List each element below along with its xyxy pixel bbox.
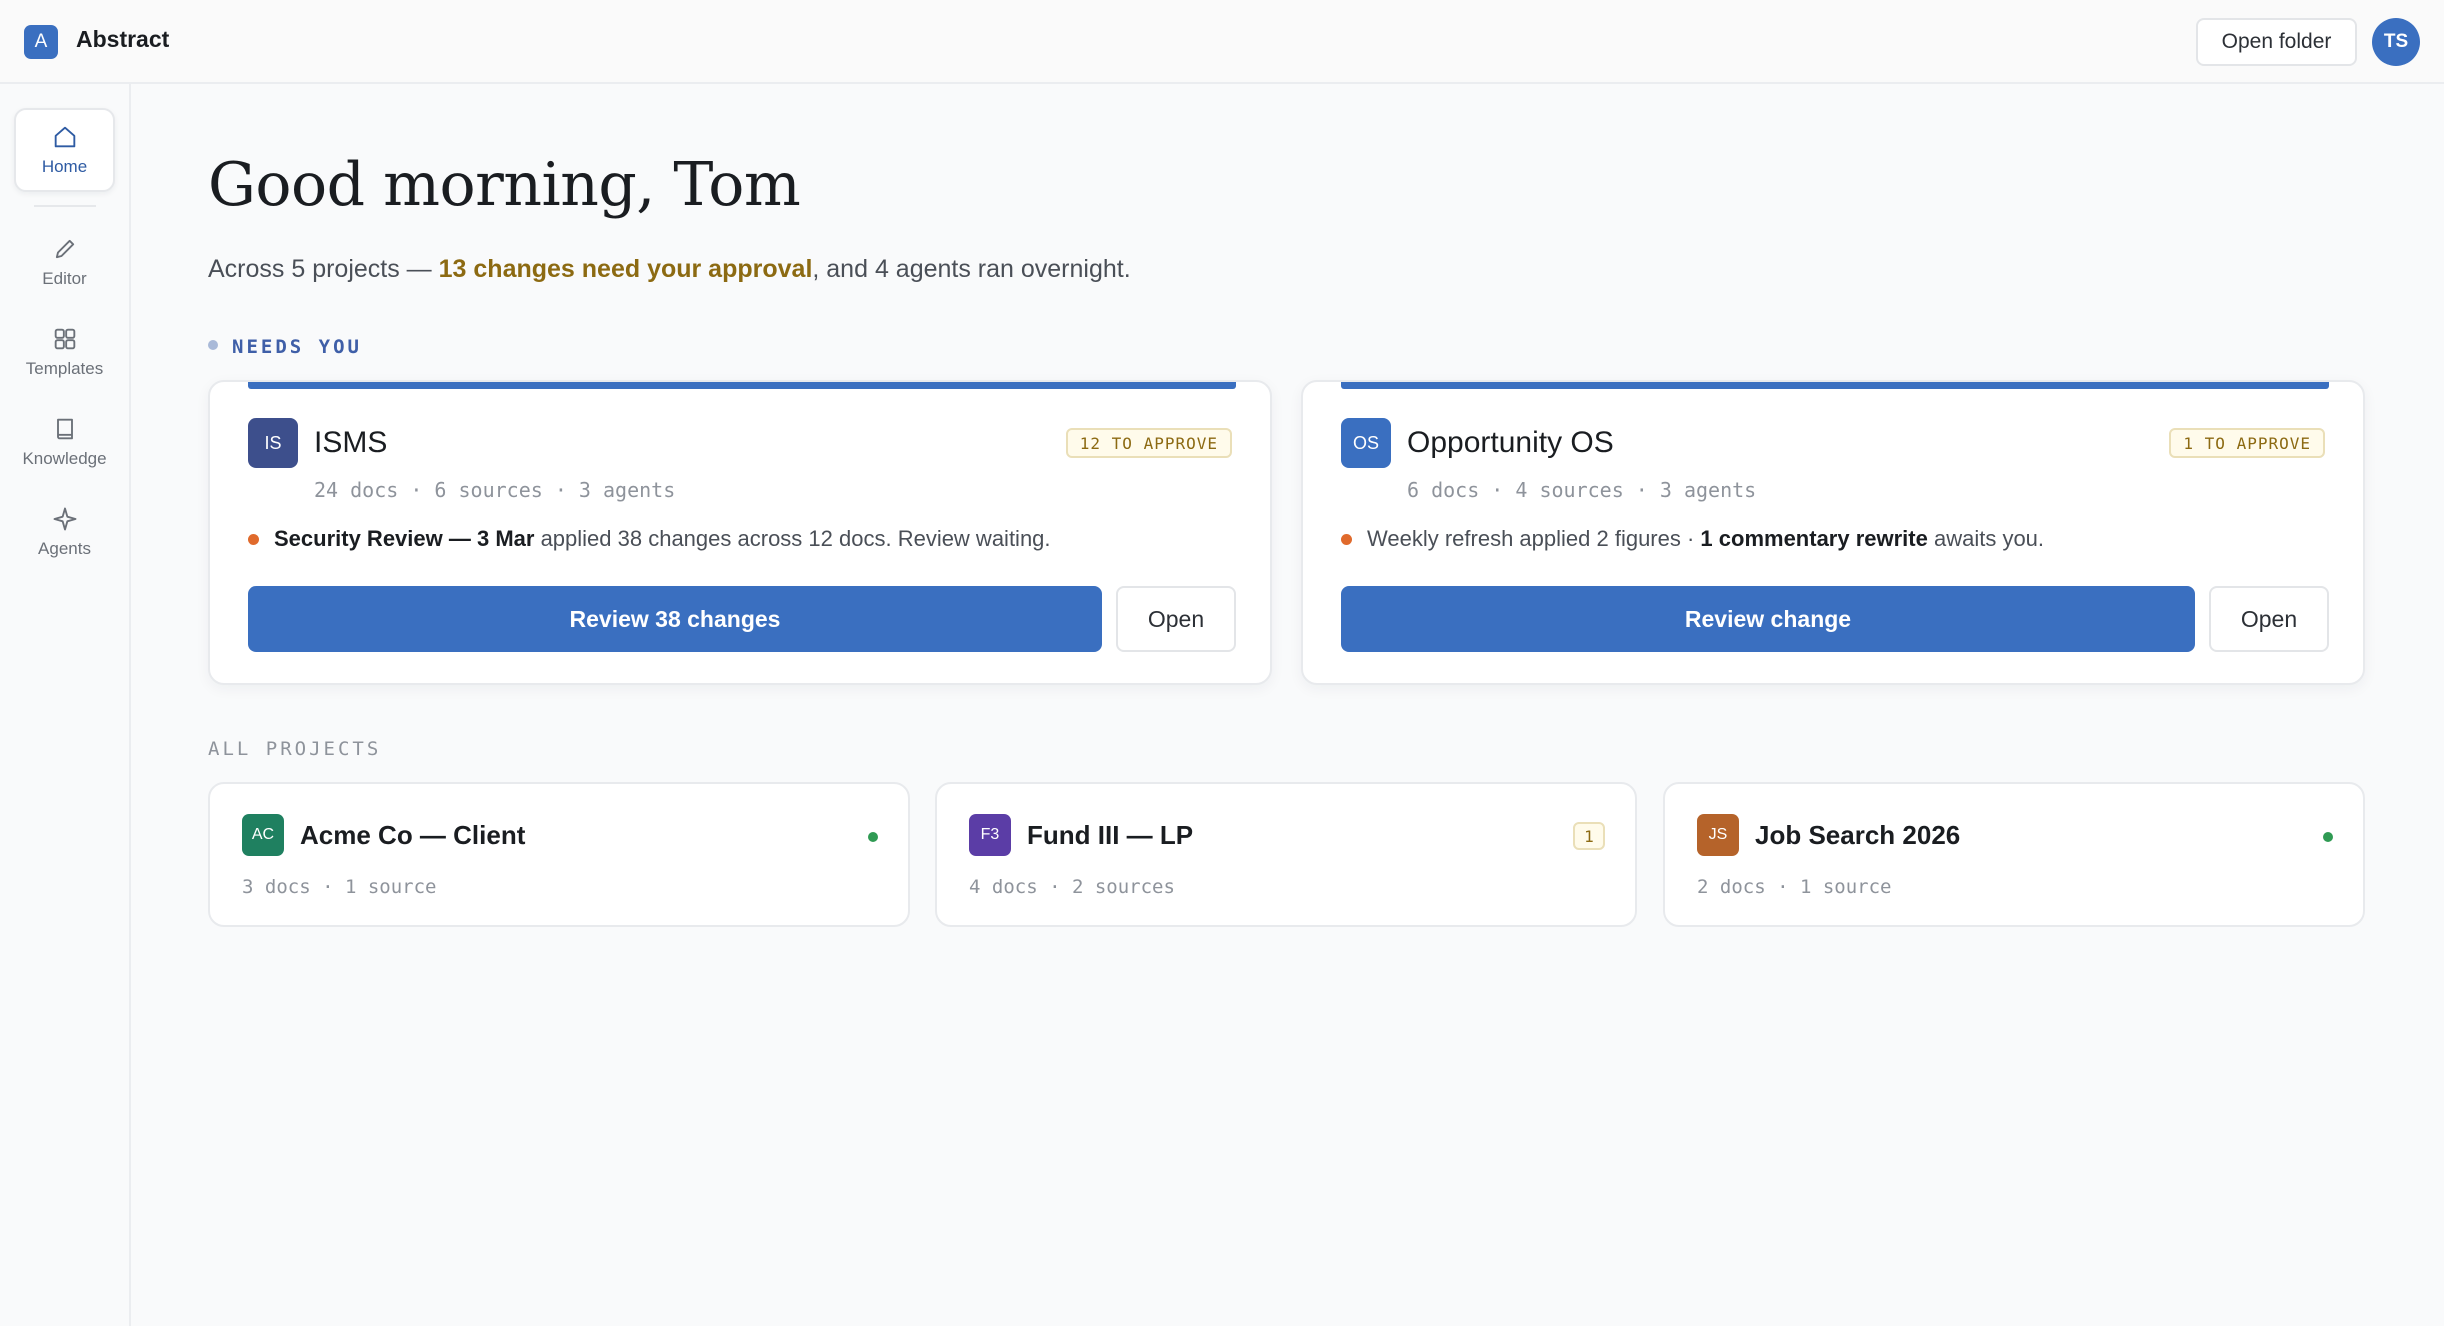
sidebar-item-home[interactable]: Home (14, 108, 115, 192)
top-bar: A Abstract Open folder TS (0, 0, 2444, 84)
home-icon (54, 126, 75, 148)
alert-dot (248, 534, 259, 545)
project-meta: 4 docs · 2 sources (969, 876, 1175, 898)
project-card-job-search[interactable]: JS Job Search 2026 2 docs · 1 source (1663, 782, 2365, 927)
sidebar-item-label: Editor (42, 269, 87, 288)
approval-highlight[interactable]: 13 changes need your approval (439, 255, 813, 283)
alert-dot (1341, 534, 1352, 545)
section-dot (208, 340, 218, 350)
activity-detail: awaits you. (1927, 526, 2045, 551)
project-meta: 3 docs · 1 source (242, 876, 437, 898)
review-change-button[interactable]: Review change (1341, 586, 2195, 652)
project-name[interactable]: ISMS (314, 426, 387, 460)
sidebar: Home Editor Templates Knowledge Agents (0, 84, 131, 1326)
sidebar-item-agents[interactable]: Agents (14, 490, 115, 574)
summary-line: Across 5 projects — 13 changes need your… (208, 255, 1131, 284)
approve-count-badge: 1 TO APPROVE (2169, 428, 2325, 458)
sparkle-icon (53, 507, 76, 531)
all-projects-heading: ALL PROJECTS (208, 738, 382, 760)
sidebar-item-knowledge[interactable]: Knowledge (14, 400, 115, 484)
app-logo: A (24, 25, 58, 59)
sidebar-item-label: Agents (38, 539, 91, 558)
project-card-opportunity-os: OS Opportunity OS 1 TO APPROVE 6 docs · … (1301, 380, 2365, 685)
pending-count-badge: 1 (1573, 822, 1605, 850)
project-badge: F3 (969, 814, 1011, 856)
project-meta: 24 docs · 6 sources · 3 agents (314, 478, 676, 502)
page-title: Good morning, Tom (208, 150, 801, 220)
project-card-acme[interactable]: AC Acme Co — Client 3 docs · 1 source (208, 782, 910, 927)
activity-description: Security Review — 3 Mar applied 38 chang… (274, 526, 1051, 552)
pencil-icon (55, 239, 74, 259)
app-title: Abstract (76, 26, 170, 52)
avatar[interactable]: TS (2372, 18, 2420, 66)
project-card-fund-iii[interactable]: F3 Fund III — LP 1 4 docs · 2 sources (935, 782, 1637, 927)
project-meta: 6 docs · 4 sources · 3 agents (1407, 478, 1757, 502)
project-meta: 2 docs · 1 source (1697, 876, 1892, 898)
project-badge: JS (1697, 814, 1739, 856)
card-accent-bar (248, 382, 1236, 389)
review-changes-button[interactable]: Review 38 changes (248, 586, 1102, 652)
status-dot (868, 832, 878, 842)
sidebar-item-editor[interactable]: Editor (14, 220, 115, 304)
project-name[interactable]: Opportunity OS (1407, 426, 1614, 460)
open-folder-button[interactable]: Open folder (2196, 18, 2357, 66)
status-dot (2323, 832, 2333, 842)
book-icon (56, 418, 73, 440)
grid-icon (54, 328, 75, 350)
needs-you-heading: NEEDS YOU (232, 336, 362, 358)
sidebar-item-templates[interactable]: Templates (14, 310, 115, 394)
project-name: Job Search 2026 (1755, 820, 1961, 850)
sidebar-divider (34, 205, 96, 207)
project-card-isms: IS ISMS 12 TO APPROVE 24 docs · 6 source… (208, 380, 1272, 685)
open-project-button[interactable]: Open (1116, 586, 1236, 652)
sidebar-item-label: Home (41, 157, 88, 176)
summary-suffix: , and 4 agents ran overnight. (812, 255, 1131, 283)
sidebar-item-label: Knowledge (22, 449, 107, 468)
activity-title: Security Review — 3 Mar (274, 526, 535, 551)
project-badge: OS (1341, 418, 1391, 468)
activity-title: 1 commentary rewrite (1700, 526, 1928, 551)
activity-description: Weekly refresh applied 2 figures · 1 com… (1367, 526, 2044, 552)
project-badge: AC (242, 814, 284, 856)
activity-prefix: Weekly refresh applied 2 figures · (1367, 526, 1701, 551)
summary-prefix: Across 5 projects — (208, 255, 439, 283)
project-name: Fund III — LP (1027, 820, 1194, 850)
activity-detail: applied 38 changes across 12 docs. Revie… (534, 526, 1051, 551)
open-project-button[interactable]: Open (2209, 586, 2329, 652)
project-name: Acme Co — Client (300, 820, 526, 850)
approve-count-badge: 12 TO APPROVE (1065, 428, 1232, 458)
sidebar-item-label: Templates (25, 359, 104, 378)
card-accent-bar (1341, 382, 2329, 389)
project-badge: IS (248, 418, 298, 468)
